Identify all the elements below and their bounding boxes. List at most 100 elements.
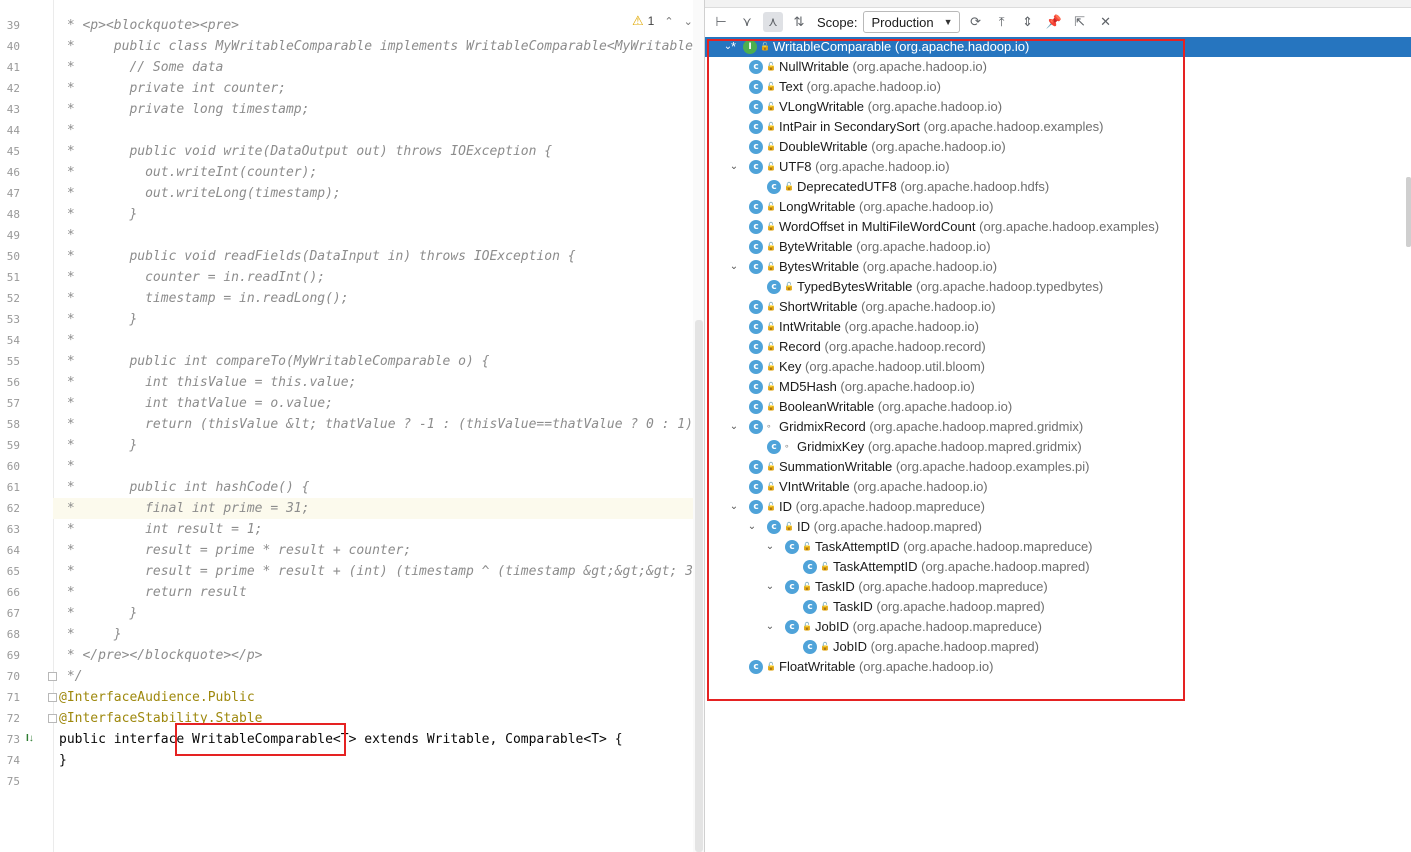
line-number: 60: [6, 460, 20, 473]
line-number: 69: [6, 649, 20, 662]
line-number: 68: [6, 628, 20, 641]
code-line[interactable]: * public int compareTo(MyWritableCompara…: [59, 351, 704, 372]
code-line[interactable]: @InterfaceStability.Stable: [59, 708, 704, 729]
line-number: 44: [6, 124, 20, 137]
panel-scrollbar[interactable]: [1405, 37, 1411, 852]
code-line[interactable]: */: [59, 666, 704, 687]
code-line[interactable]: * public void readFields(DataInput in) t…: [59, 246, 704, 267]
warning-count: 1: [647, 14, 655, 28]
code-line[interactable]: *: [59, 120, 704, 141]
chevron-down-icon: ▼: [943, 17, 953, 27]
line-number-gutter: 39 40 41 42 43 44 45 46 47 48 49 50 51 52 53 54 55 56 57 58…: [0, 0, 54, 852]
line-number: 39: [6, 19, 20, 32]
pin-icon[interactable]: 📌: [1044, 12, 1064, 32]
code-line[interactable]: * private long timestamp;: [59, 99, 704, 120]
refresh-icon[interactable]: ⟳: [966, 12, 986, 32]
line-number: 55: [6, 355, 20, 368]
code-line[interactable]: * public class MyWritableComparable impl…: [59, 36, 704, 57]
line-number: 75: [6, 775, 20, 788]
code-line[interactable]: * public void write(DataOutput out) thro…: [59, 141, 704, 162]
editor-scrollbar-thumb[interactable]: [695, 320, 703, 852]
line-number: 48: [6, 208, 20, 221]
code-line[interactable]: *: [59, 456, 704, 477]
code-line[interactable]: * out.writeInt(counter);: [59, 162, 704, 183]
inspection-widget[interactable]: ⚠ 1 ⌃ ⌄: [632, 13, 693, 29]
panel-scrollbar-thumb[interactable]: [1406, 177, 1411, 247]
close-icon[interactable]: ✕: [1096, 12, 1116, 32]
line-number: 53: [6, 313, 20, 326]
line-number: 40: [6, 40, 20, 53]
line-number: 71: [6, 691, 20, 704]
collapse-all-icon[interactable]: ⇕: [1018, 12, 1038, 32]
next-highlight-icon[interactable]: ⌄: [684, 15, 693, 28]
line-number: 49: [6, 229, 20, 242]
code-line[interactable]: * int thisValue = this.value;: [59, 372, 704, 393]
line-number: 61: [6, 481, 20, 494]
code-line[interactable]: * }: [59, 309, 704, 330]
line-number: 70: [6, 670, 20, 683]
supertypes-hierarchy-icon[interactable]: ⋎: [737, 12, 757, 32]
previous-highlight-icon[interactable]: ⌃: [664, 15, 673, 28]
scope-label: Scope:: [817, 14, 858, 30]
code-line[interactable]: * return (thisValue &lt; thatValue ? -1 …: [59, 414, 704, 435]
annotation-highlight-box: [175, 723, 346, 756]
line-number: 43: [6, 103, 20, 116]
line-number: 65: [6, 565, 20, 578]
fold-marker-icon[interactable]: [48, 672, 57, 681]
expand-all-icon[interactable]: ⤒: [992, 12, 1012, 32]
code-line[interactable]: * </pre></blockquote></p>: [59, 645, 704, 666]
fold-marker-icon[interactable]: [48, 693, 57, 702]
line-number: 58: [6, 418, 20, 431]
code-line[interactable]: [59, 771, 704, 792]
line-number: 47: [6, 187, 20, 200]
line-number: 54: [6, 334, 20, 347]
line-number: 66: [6, 586, 20, 599]
line-number: 72: [6, 712, 20, 725]
code-line[interactable]: * }: [59, 435, 704, 456]
code-line[interactable]: * // Some data: [59, 57, 704, 78]
code-line[interactable]: * result = prime * result + counter;: [59, 540, 704, 561]
code-line[interactable]: * counter = in.readInt();: [59, 267, 704, 288]
code-line[interactable]: * int thatValue = o.value;: [59, 393, 704, 414]
tree-highlight-box: [707, 39, 1185, 701]
line-number: 41: [6, 61, 20, 74]
code-line[interactable]: * return result: [59, 582, 704, 603]
fold-marker-icon[interactable]: [48, 714, 57, 723]
code-line[interactable]: *: [59, 225, 704, 246]
sort-alphabetically-icon[interactable]: ⇅: [789, 12, 809, 32]
code-editor[interactable]: 39 40 41 42 43 44 45 46 47 48 49 50 51 52 53 54 55 56 57 58…: [0, 0, 704, 852]
line-number: 74: [6, 754, 20, 767]
code-line[interactable]: * private int counter;: [59, 78, 704, 99]
line-number: 46: [6, 166, 20, 179]
code-line[interactable]: }: [59, 750, 704, 771]
subtypes-hierarchy-icon[interactable]: ⊢: [711, 12, 731, 32]
code-line[interactable]: * int result = 1;: [59, 519, 704, 540]
code-line[interactable]: * <p><blockquote><pre>: [59, 15, 704, 36]
implemented-marker-icon[interactable]: I↓: [26, 733, 38, 745]
line-number: 50: [6, 250, 20, 263]
code-line[interactable]: * }: [59, 603, 704, 624]
scope-dropdown[interactable]: Production ▼: [863, 11, 960, 33]
class-hierarchy-icon[interactable]: ⋏: [763, 12, 783, 32]
code-line[interactable]: * final int prime = 31;: [59, 498, 704, 519]
code-line[interactable]: public interface WritableComparable<T> e…: [59, 729, 704, 750]
line-number: 73: [6, 733, 20, 746]
code-line[interactable]: @InterfaceAudience.Public: [59, 687, 704, 708]
line-number: 45: [6, 145, 20, 158]
line-number: 63: [6, 523, 20, 536]
warning-icon[interactable]: ⚠: [632, 13, 644, 29]
code-line[interactable]: * }: [59, 204, 704, 225]
line-number: 57: [6, 397, 20, 410]
line-number: 51: [6, 271, 20, 284]
code-line[interactable]: * out.writeLong(timestamp);: [59, 183, 704, 204]
code-line[interactable]: * }: [59, 624, 704, 645]
export-icon[interactable]: ⇱: [1070, 12, 1090, 32]
code-line[interactable]: * public int hashCode() {: [59, 477, 704, 498]
code-line[interactable]: * result = prime * result + (int) (times…: [59, 561, 704, 582]
line-number: 67: [6, 607, 20, 620]
line-number: 59: [6, 439, 20, 452]
code-line[interactable]: *: [59, 330, 704, 351]
line-number: 62: [6, 502, 20, 515]
code-line[interactable]: * timestamp = in.readLong();: [59, 288, 704, 309]
editor-scrollbar[interactable]: [693, 0, 704, 852]
